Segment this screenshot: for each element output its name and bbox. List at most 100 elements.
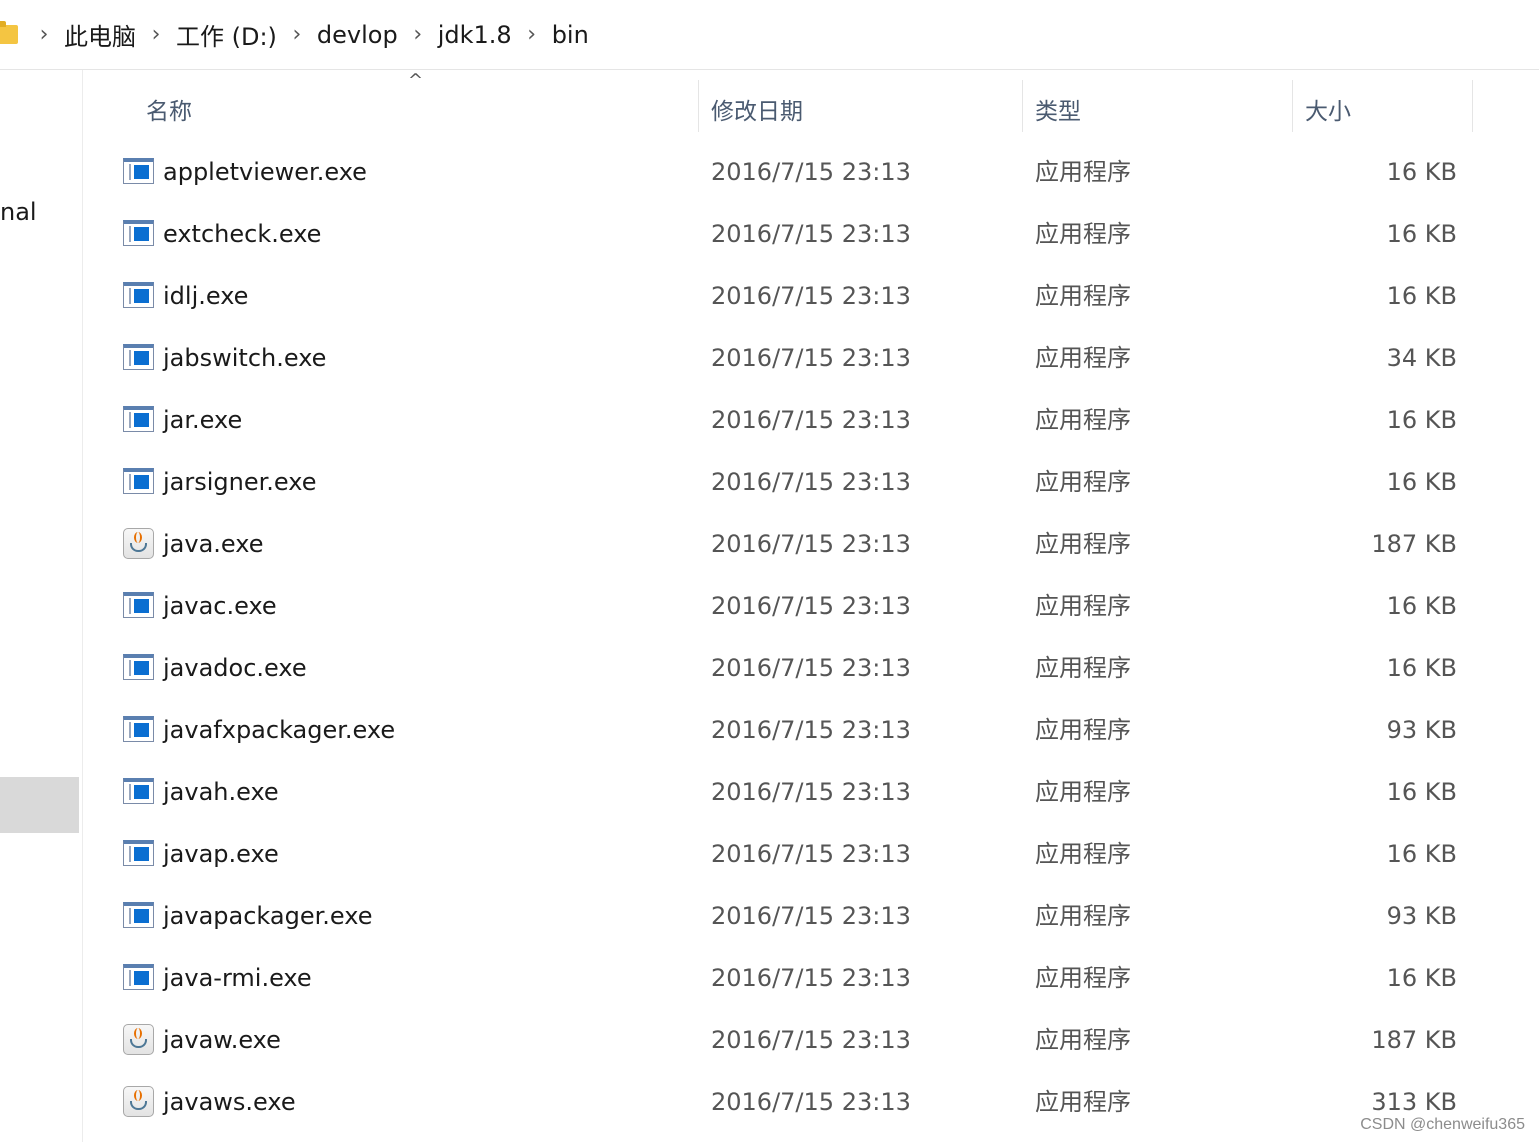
file-name[interactable]: javapackager.exe	[163, 885, 372, 947]
file-row[interactable]: java.exe 2016/7/15 23:13 应用程序 187 KB	[83, 513, 1539, 575]
file-size: 16 KB	[1386, 468, 1457, 496]
folder-icon	[0, 21, 18, 44]
chevron-right-icon[interactable]: ›	[283, 22, 311, 47]
file-name[interactable]: javaw.exe	[163, 1009, 281, 1071]
file-row[interactable]: javap.exe 2016/7/15 23:13 应用程序 16 KB	[83, 823, 1539, 885]
file-type: 应用程序	[1035, 220, 1131, 248]
chevron-right-icon[interactable]: ›	[142, 22, 170, 47]
file-size: 16 KB	[1386, 778, 1457, 806]
file-row[interactable]: javadoc.exe 2016/7/15 23:13 应用程序 16 KB	[83, 637, 1539, 699]
file-row[interactable]: javac.exe 2016/7/15 23:13 应用程序 16 KB	[83, 575, 1539, 637]
file-type: 应用程序	[1035, 344, 1131, 372]
column-divider[interactable]	[1472, 80, 1473, 132]
nav-item-label[interactable]: nal	[0, 198, 82, 226]
file-date: 2016/7/15 23:13	[711, 1088, 911, 1116]
breadcrumb-item-this-pc[interactable]: 此电脑	[58, 17, 142, 52]
java-icon	[123, 1086, 154, 1117]
column-divider[interactable]	[1292, 80, 1293, 132]
file-name[interactable]: jarsigner.exe	[163, 451, 317, 513]
file-date: 2016/7/15 23:13	[711, 840, 911, 868]
file-name[interactable]: jar.exe	[163, 389, 242, 451]
file-row[interactable]: jar.exe 2016/7/15 23:13 应用程序 16 KB	[83, 389, 1539, 451]
file-size: 34 KB	[1386, 344, 1457, 372]
file-size: 16 KB	[1386, 282, 1457, 310]
file-type: 应用程序	[1035, 1026, 1131, 1054]
file-row[interactable]: idlj.exe 2016/7/15 23:13 应用程序 16 KB	[83, 265, 1539, 327]
exe-icon	[123, 592, 154, 618]
file-type: 应用程序	[1035, 902, 1131, 930]
file-size: 16 KB	[1386, 654, 1457, 682]
file-name[interactable]: idlj.exe	[163, 265, 248, 327]
file-date: 2016/7/15 23:13	[711, 344, 911, 372]
file-row[interactable]: jabswitch.exe 2016/7/15 23:13 应用程序 34 KB	[83, 327, 1539, 389]
file-row[interactable]: appletviewer.exe 2016/7/15 23:13 应用程序 16 KB	[83, 141, 1539, 203]
file-type: 应用程序	[1035, 282, 1131, 310]
exe-icon	[123, 220, 154, 246]
file-date: 2016/7/15 23:13	[711, 282, 911, 310]
chevron-right-icon[interactable]: ›	[30, 22, 58, 47]
breadcrumb-item-bin[interactable]: bin	[546, 21, 595, 49]
exe-icon	[123, 282, 154, 308]
file-row[interactable]: javafxpackager.exe 2016/7/15 23:13 应用程序 93 …	[83, 699, 1539, 761]
file-row[interactable]: javaw.exe 2016/7/15 23:13 应用程序 187 KB	[83, 1009, 1539, 1071]
navigation-pane[interactable]: nal	[0, 70, 83, 1142]
file-date: 2016/7/15 23:13	[711, 902, 911, 930]
column-divider[interactable]	[1022, 80, 1023, 132]
chevron-right-icon[interactable]: ›	[404, 22, 432, 47]
column-header-type[interactable]: 类型	[1035, 92, 1081, 126]
file-name[interactable]: javafxpackager.exe	[163, 699, 395, 761]
file-date: 2016/7/15 23:13	[711, 406, 911, 434]
file-type: 应用程序	[1035, 592, 1131, 620]
file-type: 应用程序	[1035, 840, 1131, 868]
file-type: 应用程序	[1035, 530, 1131, 558]
file-row[interactable]: extcheck.exe 2016/7/15 23:13 应用程序 16 KB	[83, 203, 1539, 265]
file-name[interactable]: javaws.exe	[163, 1071, 296, 1133]
file-row[interactable]: javapackager.exe 2016/7/15 23:13 应用程序 93 KB	[83, 885, 1539, 947]
file-row[interactable]: jarsigner.exe 2016/7/15 23:13 应用程序 16 KB	[83, 451, 1539, 513]
file-date: 2016/7/15 23:13	[711, 716, 911, 744]
file-name[interactable]: javadoc.exe	[163, 637, 307, 699]
file-size: 16 KB	[1386, 406, 1457, 434]
file-name[interactable]: java.exe	[163, 513, 264, 575]
exe-icon	[123, 964, 154, 990]
column-header-date[interactable]: 修改日期	[711, 92, 803, 126]
file-size: 93 KB	[1386, 902, 1457, 930]
column-header-size[interactable]: 大小	[1305, 92, 1351, 126]
breadcrumb-item-devlop[interactable]: devlop	[311, 21, 404, 49]
file-size: 16 KB	[1386, 592, 1457, 620]
file-name[interactable]: jabswitch.exe	[163, 327, 326, 389]
file-row[interactable]: javah.exe 2016/7/15 23:13 应用程序 16 KB	[83, 761, 1539, 823]
file-row[interactable]: java-rmi.exe 2016/7/15 23:13 应用程序 16 KB	[83, 947, 1539, 1009]
file-date: 2016/7/15 23:13	[711, 158, 911, 186]
exe-icon	[123, 778, 154, 804]
nav-item-selected[interactable]	[0, 777, 79, 833]
file-name[interactable]: java-rmi.exe	[163, 947, 312, 1009]
file-type: 应用程序	[1035, 964, 1131, 992]
file-size: 93 KB	[1386, 716, 1457, 744]
file-size: 16 KB	[1386, 840, 1457, 868]
column-header-name[interactable]: 名称	[146, 92, 192, 126]
file-name[interactable]: appletviewer.exe	[163, 141, 367, 203]
file-name[interactable]: javac.exe	[163, 575, 277, 637]
file-row[interactable]: javaws.exe 2016/7/15 23:13 应用程序 313 KB	[83, 1071, 1539, 1133]
file-date: 2016/7/15 23:13	[711, 530, 911, 558]
column-header: ^ 名称 修改日期 类型 大小	[83, 70, 1539, 132]
file-size: 16 KB	[1386, 220, 1457, 248]
file-size: 187 KB	[1371, 530, 1457, 558]
file-name[interactable]: extcheck.exe	[163, 203, 321, 265]
file-name[interactable]: javap.exe	[163, 823, 279, 885]
breadcrumb-item-jdk[interactable]: jdk1.8	[432, 21, 518, 49]
exe-icon	[123, 654, 154, 680]
chevron-right-icon[interactable]: ›	[518, 22, 546, 47]
exe-icon	[123, 344, 154, 370]
file-type: 应用程序	[1035, 778, 1131, 806]
column-divider[interactable]	[698, 80, 699, 132]
file-type: 应用程序	[1035, 468, 1131, 496]
breadcrumb-item-drive-d[interactable]: 工作 (D:)	[170, 17, 283, 52]
breadcrumb: › 此电脑 › 工作 (D:) › devlop › jdk1.8 › bin	[30, 0, 595, 69]
java-icon	[123, 528, 154, 559]
file-name[interactable]: javah.exe	[163, 761, 279, 823]
address-bar[interactable]: › 此电脑 › 工作 (D:) › devlop › jdk1.8 › bin	[0, 0, 1539, 70]
file-date: 2016/7/15 23:13	[711, 1026, 911, 1054]
exe-icon	[123, 840, 154, 866]
